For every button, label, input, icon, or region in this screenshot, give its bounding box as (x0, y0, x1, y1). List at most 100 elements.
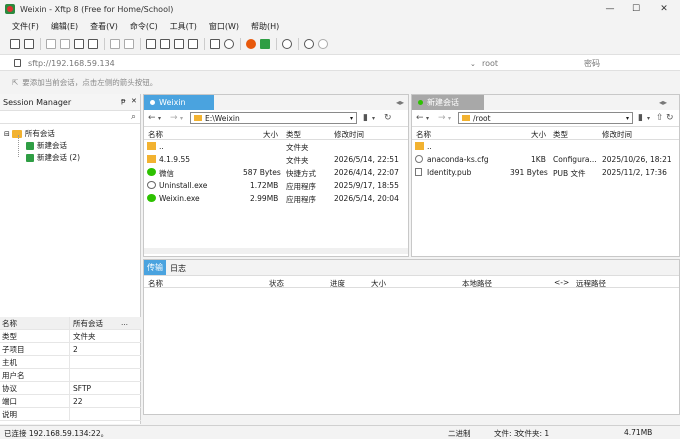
more-icon[interactable]: … (121, 319, 128, 327)
forward-dropdown-icon[interactable]: ▾ (448, 115, 451, 122)
remote-path-input[interactable]: /root ▾ (458, 112, 633, 124)
upload-icon[interactable]: ⇧ (656, 113, 664, 123)
horizontal-scrollbar[interactable] (144, 248, 408, 254)
upload-icon[interactable] (110, 39, 120, 49)
back-dropdown-icon[interactable]: ▾ (158, 115, 161, 122)
col-status[interactable]: 状态 (269, 278, 284, 289)
file-row[interactable]: Identity.pub 391 Bytes PUB 文件 2025/11/2,… (412, 166, 679, 179)
host-dropdown-icon[interactable]: ⌄ (470, 60, 476, 68)
transfer-panel: 传输 日志 名称 状态 进度 大小 本地路径 <-> 远程路径 (143, 259, 680, 415)
pin-icon[interactable]: ᵽ (121, 97, 126, 105)
file-row[interactable]: anaconda-ks.cfg 1KB Configura... 2025/10… (412, 153, 679, 166)
new-tab-icon[interactable] (74, 39, 84, 49)
help-icon[interactable] (304, 39, 314, 49)
gear-icon[interactable] (282, 39, 292, 49)
session-icon[interactable] (260, 39, 270, 49)
tab-weixin[interactable]: Weixin (144, 95, 214, 110)
refresh-icon[interactable] (188, 39, 198, 49)
lock-icon (14, 59, 21, 67)
tree-item-session-2[interactable]: 新建会话 (2) (26, 152, 80, 163)
transfer-column-header: 名称 状态 进度 大小 本地路径 <-> 远程路径 (144, 275, 679, 288)
refresh-icon[interactable]: ↻ (666, 113, 674, 123)
refresh-icon[interactable]: ↻ (384, 113, 392, 123)
col-type[interactable]: 类型 (553, 129, 568, 140)
xshell-icon[interactable] (246, 39, 256, 49)
back-dropdown-icon[interactable]: ▾ (426, 115, 429, 122)
collapse-icon[interactable]: ⊟ (4, 130, 10, 138)
property-row: 用户名 (0, 369, 141, 382)
col-name[interactable]: 名称 (148, 278, 163, 289)
menu-window[interactable]: 窗口(W) (209, 21, 239, 32)
globe-icon[interactable] (224, 39, 234, 49)
disconnect-icon[interactable] (60, 39, 70, 49)
connect-icon[interactable] (46, 39, 56, 49)
back-icon[interactable]: ← (148, 113, 156, 123)
menu-help[interactable]: 帮助(H) (251, 21, 279, 32)
tree-item-all-sessions[interactable]: ⊟ 所有会话 (4, 128, 55, 139)
tab-nav-icon[interactable]: ◂▸ (396, 98, 404, 107)
menu-edit[interactable]: 编辑(E) (51, 21, 78, 32)
col-name[interactable]: 名称 (148, 129, 163, 140)
remote-path-bar: ← ▾ → ▾ /root ▾ ▮ ▾ ⇧ ↻ (412, 110, 679, 127)
properties-icon[interactable] (210, 39, 220, 49)
address-bar: ⌄ (0, 54, 680, 71)
col-type[interactable]: 类型 (286, 129, 301, 140)
file-row[interactable]: .. (412, 140, 679, 153)
col-progress[interactable]: 进度 (330, 278, 345, 289)
bookmark-dropdown-icon[interactable]: ▾ (647, 115, 650, 122)
tree-item-session-1[interactable]: 新建会话 (26, 140, 67, 151)
menu-view[interactable]: 查看(V) (90, 21, 118, 32)
path-dropdown-icon[interactable]: ▾ (626, 115, 629, 122)
download-icon[interactable] (124, 39, 134, 49)
property-row: 主机 (0, 356, 141, 369)
copy-icon[interactable] (146, 39, 156, 49)
paste-icon[interactable] (160, 39, 170, 49)
password-input[interactable] (584, 57, 674, 69)
col-local-path[interactable]: 本地路径 (462, 278, 492, 289)
new-session-icon[interactable] (10, 39, 20, 49)
bookmark-icon[interactable]: ▮ (638, 113, 643, 123)
tab-log[interactable]: 日志 (170, 263, 186, 274)
tab-nav-icon[interactable]: ◂▸ (659, 98, 667, 107)
file-row[interactable]: 4.1.9.55 文件夹 2026/5/14, 22:51 (144, 153, 408, 166)
bookmark-dropdown-icon[interactable]: ▾ (372, 115, 375, 122)
open-session-icon[interactable] (24, 39, 34, 49)
about-icon[interactable] (318, 39, 328, 49)
file-row[interactable]: Weixin.exe 2.99MB 应用程序 2026/5/14, 20:04 (144, 192, 408, 205)
tab-transfer[interactable]: 传输 (144, 260, 166, 275)
forward-icon[interactable]: → (438, 113, 446, 123)
session-search-input[interactable]: ⌕ (0, 110, 140, 124)
close-icon[interactable]: ✕ (131, 97, 137, 105)
menu-tools[interactable]: 工具(T) (170, 21, 197, 32)
col-mtime[interactable]: 修改时间 (602, 129, 632, 140)
col-direction[interactable]: <-> (554, 278, 569, 287)
col-mtime[interactable]: 修改时间 (334, 129, 364, 140)
col-size[interactable]: 大小 (263, 129, 278, 140)
col-remote-path[interactable]: 远程路径 (576, 278, 606, 289)
username-input[interactable] (482, 57, 572, 69)
local-path-input[interactable]: E:\Weixin ▾ (190, 112, 357, 124)
maximize-button[interactable]: ☐ (624, 0, 648, 18)
view-icon[interactable] (174, 39, 184, 49)
file-row[interactable]: 微信 587 Bytes 快捷方式 2026/4/14, 22:07 (144, 166, 408, 179)
minimize-button[interactable]: — (598, 0, 622, 18)
bookmark-icon[interactable]: ▮ (363, 113, 368, 123)
close-button[interactable]: ✕ (652, 0, 676, 18)
forward-icon[interactable]: → (170, 113, 178, 123)
folder-icon[interactable] (88, 39, 98, 49)
connection-status: 已连接 192.168.59.134:22。 (4, 429, 109, 438)
menu-file[interactable]: 文件(F) (12, 21, 39, 32)
col-name[interactable]: 名称 (416, 129, 431, 140)
col-size[interactable]: 大小 (531, 129, 546, 140)
path-dropdown-icon[interactable]: ▾ (350, 115, 353, 122)
tab-new-session[interactable]: 新建会话 (412, 95, 484, 110)
folder-icon (462, 115, 470, 121)
file-row[interactable]: Uninstall.exe 1.72MB 应用程序 2025/9/17, 18:… (144, 179, 408, 192)
file-row[interactable]: .. 文件夹 (144, 140, 408, 153)
forward-dropdown-icon[interactable]: ▾ (180, 115, 183, 122)
search-icon[interactable]: ⌕ (131, 112, 136, 122)
host-input[interactable] (28, 57, 468, 69)
menu-command[interactable]: 命令(C) (130, 21, 158, 32)
back-icon[interactable]: ← (416, 113, 424, 123)
col-size[interactable]: 大小 (371, 278, 386, 289)
